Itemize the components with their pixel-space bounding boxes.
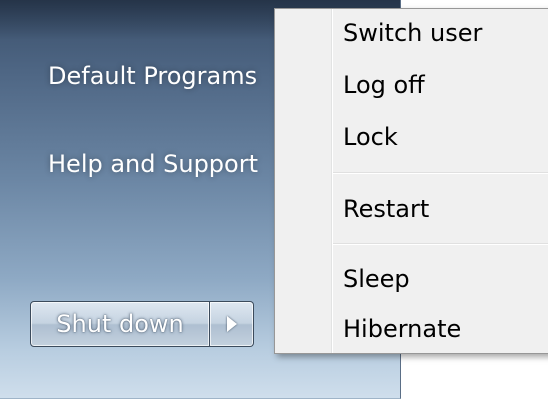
menu-separator: [333, 243, 548, 245]
menu-item-lock[interactable]: Lock: [343, 123, 398, 151]
shutdown-options-button[interactable]: [210, 301, 254, 347]
menu-item-restart[interactable]: Restart: [343, 195, 429, 223]
power-options-menu: Switch user Log off Lock Restart Sleep H…: [274, 8, 548, 354]
menu-item-switch-user[interactable]: Switch user: [343, 19, 482, 47]
menu-item-hibernate[interactable]: Hibernate: [343, 315, 461, 343]
menu-item-sleep[interactable]: Sleep: [343, 265, 410, 293]
screen: Default Programs Help and Support Shut d…: [0, 0, 548, 405]
help-and-support-link[interactable]: Help and Support: [48, 150, 258, 178]
triangle-right-icon: [226, 316, 237, 332]
menu-separator: [333, 172, 548, 174]
menu-item-log-off[interactable]: Log off: [343, 71, 425, 99]
shut-down-button[interactable]: Shut down: [30, 301, 210, 347]
menu-icon-gutter: [275, 9, 331, 353]
shutdown-button-group: Shut down: [30, 301, 254, 349]
menu-gutter-divider: [331, 9, 333, 353]
default-programs-link[interactable]: Default Programs: [48, 62, 257, 90]
